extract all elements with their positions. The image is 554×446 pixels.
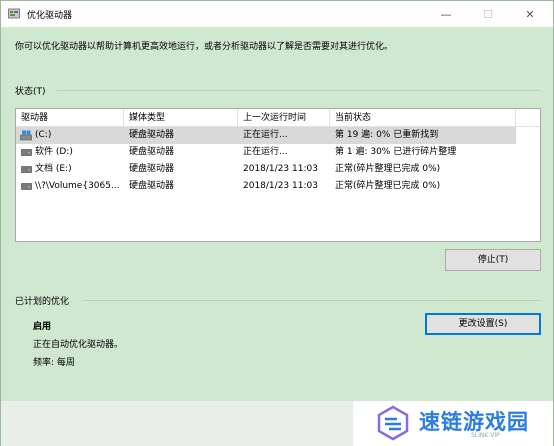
defrag-app-icon: [8, 8, 20, 19]
media-type: 硬盘驱动器: [129, 181, 175, 191]
hard-drive-icon: [21, 149, 32, 156]
table-header: 驱动器 媒体类型 上一次运行时间 当前状态: [16, 109, 540, 127]
table-row[interactable]: (C:) 硬盘驱动器 正在运行... 第 19 遍: 0% 已重新找到: [16, 127, 516, 144]
drives-table[interactable]: 驱动器 媒体类型 上一次运行时间 当前状态 (C:) 硬盘驱动器 正在运行...…: [15, 108, 541, 242]
change-settings-button[interactable]: 更改设置(S): [425, 313, 541, 335]
current-status: 第 1 遍: 30% 已进行碎片整理: [335, 147, 457, 157]
column-header-last-run[interactable]: 上一次运行时间: [238, 109, 330, 127]
table-row[interactable]: 文档 (E:) 硬盘驱动器 2018/1/23 11:03 正常(碎片整理已完成…: [16, 161, 516, 178]
watermark: 速链游戏园 SLINK.VIP: [353, 401, 553, 446]
minimize-button[interactable]: —: [425, 1, 467, 27]
close-icon: ✕: [525, 7, 535, 21]
table-row[interactable]: 软件 (D:) 硬盘驱动器 正在运行... 第 1 遍: 30% 已进行碎片整理: [16, 144, 516, 161]
current-status: 正常(碎片整理已完成 0%): [335, 181, 441, 191]
current-status: 第 19 遍: 0% 已重新找到: [335, 130, 439, 140]
minimize-icon: —: [440, 7, 452, 21]
media-type: 硬盘驱动器: [129, 164, 175, 174]
maximize-button[interactable]: ☐: [467, 1, 509, 27]
window-title: 优化驱动器: [27, 11, 73, 21]
drive-name: 文档 (E:): [35, 164, 72, 174]
schedule-frequency: 频率: 每周: [33, 358, 75, 368]
column-header-media-type[interactable]: 媒体类型: [124, 109, 238, 127]
title-bar: 优化驱动器 — ☐ ✕: [1, 1, 553, 27]
last-run: 2018/1/23 11:03: [243, 164, 318, 174]
optimize-drives-window: 优化驱动器 — ☐ ✕ 你可以优化驱动器以帮助计算机更高效地运行，或者分析驱动器…: [0, 0, 554, 446]
drive-name: (C:): [35, 130, 52, 140]
hard-drive-icon: [21, 183, 32, 190]
watermark-logo-icon: [377, 405, 409, 441]
schedule-detail: 正在自动优化驱动器。: [33, 340, 124, 350]
last-run: 2018/1/23 11:03: [243, 181, 318, 191]
column-header-current-status[interactable]: 当前状态: [330, 109, 516, 127]
current-status: 正常(碎片整理已完成 0%): [335, 164, 441, 174]
drive-name: \\?\Volume{3065...: [35, 181, 120, 191]
column-header-drive[interactable]: 驱动器: [16, 109, 124, 127]
status-section-label: 状态(T): [15, 87, 46, 97]
scheduled-divider: [83, 300, 541, 301]
stop-button[interactable]: 停止(T): [445, 249, 541, 271]
last-run: 正在运行...: [243, 130, 288, 140]
scheduled-section-label: 已计划的优化: [15, 297, 70, 307]
system-drive-icon: [20, 130, 32, 141]
media-type: 硬盘驱动器: [129, 130, 175, 140]
close-button[interactable]: ✕: [509, 1, 551, 27]
hard-drive-icon: [21, 166, 32, 173]
schedule-state: 启用: [33, 322, 52, 332]
media-type: 硬盘驱动器: [129, 147, 175, 157]
last-run: 正在运行...: [243, 147, 288, 157]
status-divider: [57, 90, 541, 91]
drive-name: 软件 (D:): [35, 147, 73, 157]
watermark-subtext: SLINK.VIP: [471, 432, 500, 439]
table-row[interactable]: \\?\Volume{3065... 硬盘驱动器 2018/1/23 11:03…: [16, 178, 516, 195]
maximize-icon: ☐: [483, 7, 493, 21]
description-text: 你可以优化驱动器以帮助计算机更高效地运行，或者分析驱动器以了解是否需要对其进行优…: [15, 42, 394, 52]
